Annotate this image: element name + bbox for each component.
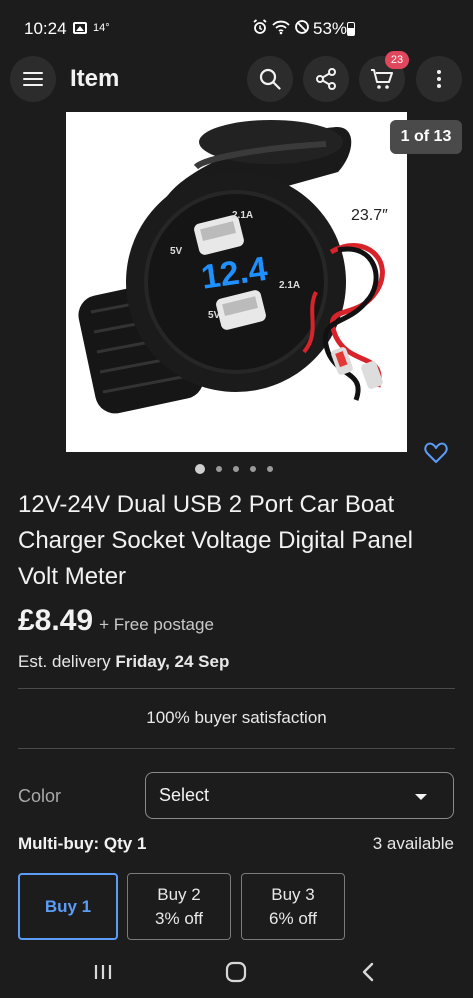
status-icons	[252, 19, 310, 35]
dropdown-caret-icon	[415, 794, 427, 800]
color-select-value: Select	[159, 785, 210, 805]
menu-button[interactable]	[10, 56, 56, 102]
system-navigation-bar	[0, 944, 473, 998]
divider	[18, 748, 455, 749]
buy-option-label: Buy 3	[271, 884, 315, 904]
heart-icon	[424, 442, 448, 463]
home-icon	[225, 961, 247, 983]
back-button[interactable]	[352, 956, 384, 988]
buyer-satisfaction: 100% buyer satisfaction	[146, 708, 327, 727]
price-row: £8.49 + Free postage	[18, 604, 214, 638]
item-title: 12V-24V Dual USB 2 Port Car Boat Charger…	[18, 491, 413, 590]
port-label-top-right: 2.1A	[232, 210, 253, 221]
app-bar: Item 23	[0, 51, 473, 104]
search-button[interactable]	[247, 56, 293, 102]
buy-option-label: Buy 2	[157, 884, 201, 904]
alarm-icon	[253, 19, 267, 34]
cart-count-badge: 23	[385, 51, 409, 69]
wifi-icon	[272, 20, 290, 35]
color-label: Color	[18, 786, 62, 806]
back-chevron-icon	[362, 962, 374, 982]
port-label-bottom-right: 2.1A	[279, 280, 300, 291]
pagination-dot[interactable]	[250, 466, 256, 472]
search-icon	[259, 68, 281, 90]
buy-option-discount: 3% off	[155, 908, 203, 928]
delivery-prefix: Est. delivery	[18, 652, 111, 671]
image-pagination	[195, 464, 273, 474]
price: £8.49	[18, 604, 94, 637]
postage-info: + Free postage	[99, 615, 214, 634]
watch-button[interactable]	[423, 440, 449, 466]
divider	[18, 688, 455, 689]
port-label-bottom-left: 5V	[208, 310, 221, 321]
pagination-dot[interactable]	[267, 466, 273, 472]
more-vertical-icon	[437, 70, 441, 88]
buy-1-option[interactable]: Buy 1	[18, 873, 118, 940]
pagination-dot[interactable]	[233, 466, 239, 472]
more-options-button[interactable]	[416, 56, 462, 102]
cable-length-label: 23.7″	[351, 207, 388, 224]
port-label-top-left: 5V	[170, 246, 183, 257]
buy-option-discount: 6% off	[269, 908, 317, 928]
quantity-available: 3 available	[372, 834, 454, 853]
buy-3-option[interactable]: Buy 3 6% off	[241, 873, 345, 940]
pagination-dot[interactable]	[216, 466, 222, 472]
buy-2-option[interactable]: Buy 2 3% off	[127, 873, 231, 940]
delivery-estimate: Est. delivery Friday, 24 Sep	[18, 652, 229, 672]
share-icon	[316, 68, 336, 90]
share-button[interactable]	[303, 56, 349, 102]
recents-button[interactable]	[87, 956, 119, 988]
cart-button[interactable]: 23	[359, 51, 409, 102]
delivery-date: Friday, 24 Sep	[115, 652, 230, 671]
page-title: Item	[70, 65, 120, 92]
gallery-notification-icon	[73, 22, 87, 34]
do-not-disturb-icon	[295, 20, 309, 34]
status-time: 10:24	[24, 19, 67, 38]
product-image[interactable]: 12.4 5V 2.1A 5V 2.1A 23.7″	[66, 112, 407, 452]
cart-icon	[371, 69, 393, 89]
status-bar: 10:24 14° 53%	[0, 0, 473, 56]
buy-option-label: Buy 1	[44, 896, 92, 916]
battery-percent: 53%	[313, 19, 348, 38]
multibuy-label: Multi-buy: Qty 1	[18, 834, 147, 853]
pagination-dot[interactable]	[195, 464, 205, 474]
color-select[interactable]: Select	[145, 772, 454, 819]
recents-icon	[94, 965, 112, 979]
battery-icon	[347, 22, 355, 36]
image-counter: 1 of 13	[390, 120, 462, 154]
status-temperature: 14°	[93, 22, 110, 34]
hamburger-menu-icon	[23, 72, 43, 86]
usb-charger-socket-image: 12.4 5V 2.1A 5V 2.1A 23.7″	[78, 120, 388, 414]
home-button[interactable]	[220, 956, 252, 988]
